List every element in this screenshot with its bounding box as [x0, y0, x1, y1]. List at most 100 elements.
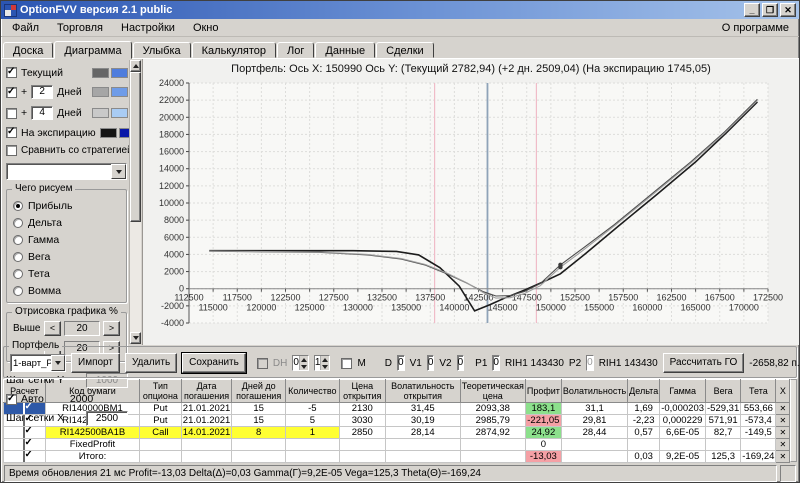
table-cell[interactable]: [628, 439, 660, 451]
table-cell[interactable]: 0: [525, 439, 561, 451]
tab-log[interactable]: Лог: [277, 42, 314, 58]
table-cell[interactable]: [706, 439, 741, 451]
tab-board[interactable]: Доска: [3, 42, 53, 58]
table-cell[interactable]: [140, 439, 182, 451]
minimize-button[interactable]: _: [744, 3, 760, 17]
save-button[interactable]: Сохранить: [182, 353, 246, 373]
table-cell[interactable]: -13,03: [525, 451, 561, 463]
strategy-combobox-arrow[interactable]: [111, 164, 126, 179]
table-cell[interactable]: [181, 451, 232, 463]
table-cell[interactable]: -529,31: [706, 403, 741, 415]
menu-settings[interactable]: Настройки: [112, 20, 184, 36]
table-cell[interactable]: 2130: [339, 403, 385, 415]
table-cell[interactable]: 125,3: [706, 451, 741, 463]
table-cell[interactable]: [561, 439, 627, 451]
tab-deals[interactable]: Сделки: [376, 42, 434, 58]
above-decrease-button[interactable]: <: [44, 321, 61, 336]
expiration-checkbox[interactable]: [6, 127, 17, 138]
table-cell[interactable]: 6,6E-05: [660, 427, 706, 439]
row-calc-checkbox[interactable]: [23, 451, 25, 463]
table-cell[interactable]: 29,81: [561, 415, 627, 427]
table-cell[interactable]: Put: [140, 403, 182, 415]
maximize-button[interactable]: ❐: [762, 3, 778, 17]
row-calc-checkbox[interactable]: [23, 439, 25, 451]
table-cell[interactable]: [339, 439, 385, 451]
table-cell[interactable]: 15: [232, 403, 286, 415]
table-cell[interactable]: [286, 451, 340, 463]
current-color-swatch-1[interactable]: [92, 68, 109, 78]
portfolio-preset-arrow[interactable]: [51, 355, 65, 371]
table-cell[interactable]: [460, 451, 525, 463]
calculate-margin-button[interactable]: Рассчитать ГО: [663, 353, 745, 373]
row-delete-button[interactable]: ✕: [776, 451, 790, 463]
menu-file[interactable]: Файл: [3, 20, 48, 36]
table-cell[interactable]: [741, 439, 776, 451]
tab-calculator[interactable]: Калькулятор: [192, 42, 276, 58]
table-cell[interactable]: 30,19: [385, 415, 460, 427]
table-cell[interactable]: 31,45: [385, 403, 460, 415]
table-cell[interactable]: 2985,79: [460, 415, 525, 427]
table-cell[interactable]: 3030: [339, 415, 385, 427]
table-row[interactable]: RI142500BA1BCall14.01.202181285028,14287…: [4, 427, 790, 439]
auto-checkbox[interactable]: [6, 394, 17, 405]
menu-window[interactable]: Окно: [184, 20, 228, 36]
table-cell[interactable]: 28,14: [385, 427, 460, 439]
plus4days-color-swatch-2[interactable]: [111, 108, 128, 118]
table-scrollbar[interactable]: [790, 379, 797, 462]
expiration-color-swatch-1[interactable]: [100, 128, 117, 138]
table-row[interactable]: FixedProfit 0 ✕: [4, 439, 790, 451]
table-cell[interactable]: 2093,38: [460, 403, 525, 415]
payoff-chart[interactable]: -4000-2000020004000600080001000012000140…: [144, 75, 799, 339]
table-cell[interactable]: [181, 439, 232, 451]
resize-grip[interactable]: [780, 465, 796, 482]
table-cell[interactable]: [385, 451, 460, 463]
row-calc-checkbox-cell[interactable]: [4, 451, 46, 463]
table-cell[interactable]: -149,5: [741, 427, 776, 439]
row-delete-button[interactable]: ✕: [776, 439, 790, 451]
plus2days-color-swatch-2[interactable]: [111, 87, 128, 97]
table-cell[interactable]: 0,000229: [660, 415, 706, 427]
table-cell[interactable]: -169,24: [741, 451, 776, 463]
d-input[interactable]: 0: [397, 355, 405, 371]
radio-profit[interactable]: [13, 201, 23, 211]
table-cell[interactable]: [339, 451, 385, 463]
days4-input[interactable]: 4: [31, 106, 53, 120]
table-row[interactable]: Итого:-13,030,039,2E-05125,3-169,24✕: [4, 451, 790, 463]
plus4days-checkbox[interactable]: [6, 108, 17, 119]
strategy-combobox[interactable]: [6, 163, 127, 180]
radio-delta[interactable]: [13, 218, 23, 228]
table-cell[interactable]: -5: [286, 403, 340, 415]
table-cell[interactable]: 24,92: [525, 427, 561, 439]
scrollbar-track[interactable]: [130, 222, 141, 332]
days2-input[interactable]: 2: [31, 85, 53, 99]
table-cell[interactable]: FixedProfit: [45, 439, 139, 451]
table-cell[interactable]: 21.01.2021: [181, 403, 232, 415]
import-button[interactable]: Импорт: [71, 353, 120, 373]
table-cell[interactable]: Итого:: [45, 451, 139, 463]
table-cell[interactable]: 0,57: [628, 427, 660, 439]
dh-spinner-1[interactable]: 0: [292, 355, 309, 371]
table-cell[interactable]: [232, 439, 286, 451]
table-cell[interactable]: 2874,92: [460, 427, 525, 439]
scroll-down-button[interactable]: [130, 332, 141, 344]
tab-smile[interactable]: Улыбка: [133, 42, 191, 58]
table-cell[interactable]: [232, 451, 286, 463]
plus2days-checkbox[interactable]: [6, 87, 17, 98]
plus4days-color-swatch-1[interactable]: [92, 108, 109, 118]
table-cell[interactable]: 571,91: [706, 415, 741, 427]
grid-step-x-input[interactable]: 2500: [86, 411, 128, 426]
table-cell[interactable]: Put: [140, 415, 182, 427]
scroll-up-button[interactable]: [130, 60, 141, 72]
table-cell[interactable]: [561, 451, 627, 463]
compare-strategy-checkbox[interactable]: [6, 145, 17, 156]
table-cell[interactable]: [140, 451, 182, 463]
delete-button[interactable]: Удалить: [125, 353, 177, 373]
table-cell[interactable]: 1,69: [628, 403, 660, 415]
v1-input[interactable]: 0: [427, 355, 435, 371]
current-color-swatch-2[interactable]: [111, 68, 128, 78]
dh-checkbox[interactable]: [257, 358, 268, 369]
table-cell[interactable]: -0,000203: [660, 403, 706, 415]
radio-gamma[interactable]: [13, 235, 23, 245]
above-increase-button[interactable]: >: [103, 321, 120, 336]
sidebar-scrollbar[interactable]: [129, 60, 141, 344]
